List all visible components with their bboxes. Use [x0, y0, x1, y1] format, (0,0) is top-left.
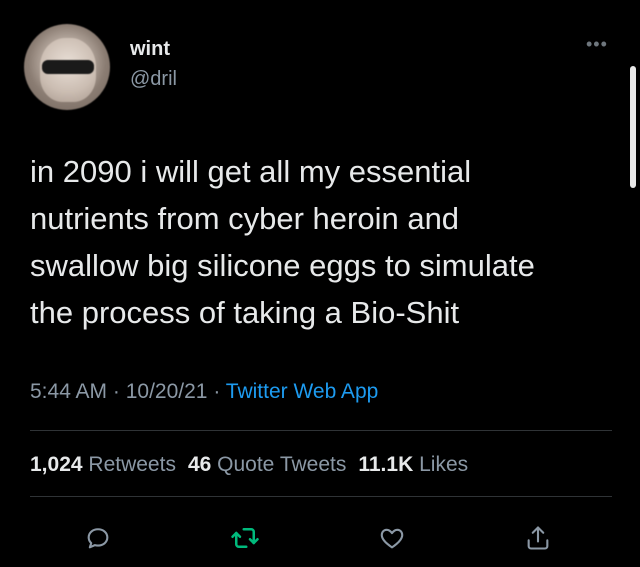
reply-button[interactable] [78, 518, 118, 558]
retweets-label: Retweets [88, 453, 176, 476]
heart-icon [378, 524, 406, 552]
tweet-date[interactable]: 10/20/21 [126, 380, 208, 403]
more-horizontal-icon[interactable]: ••• [586, 34, 608, 55]
tweet-actions [0, 518, 640, 558]
meta-separator: · [207, 380, 226, 403]
avatar[interactable] [24, 24, 110, 110]
tweet-text-line: the process of taking a Bio-Shit [30, 295, 460, 330]
tweet-text-line: nutrients from cyber heroin and [30, 201, 460, 236]
retweets-stat[interactable]: 1,024 Retweets [30, 453, 176, 476]
quote-tweets-label: Quote Tweets [217, 453, 347, 476]
likes-count: 11.1K [358, 453, 414, 476]
likes-label: Likes [419, 453, 469, 476]
retweet-icon [230, 523, 260, 553]
tweet-text-line: in 2090 i will get all my essential [30, 154, 472, 189]
tweet-text: in 2090 i will get all my essential nutr… [30, 148, 620, 336]
user-handle[interactable]: @dril [130, 68, 177, 91]
display-name[interactable]: wint [130, 38, 170, 61]
tweet-time[interactable]: 5:44 AM [30, 380, 107, 403]
tweet-text-line: swallow big silicone eggs to simulate [30, 248, 535, 283]
tweet-meta: 5:44 AM · 10/20/21 · Twitter Web App [30, 380, 378, 404]
share-icon [524, 524, 552, 552]
likes-stat[interactable]: 11.1K Likes [358, 453, 468, 476]
tweet-card: wint @dril ••• in 2090 i will get all my… [0, 0, 640, 567]
avatar-sunglasses [42, 60, 94, 74]
tweet-source-link[interactable]: Twitter Web App [226, 380, 379, 403]
meta-separator: · [107, 380, 126, 403]
divider [30, 496, 612, 497]
retweets-count: 1,024 [30, 453, 83, 476]
tweet-stats: 1,024 Retweets 46 Quote Tweets 11.1K Likes [30, 453, 468, 477]
share-button[interactable] [518, 518, 558, 558]
divider [30, 430, 612, 431]
scrollbar[interactable] [630, 66, 636, 188]
reply-icon [84, 524, 112, 552]
retweet-button[interactable] [225, 518, 265, 558]
quote-tweets-count: 46 [187, 453, 212, 476]
like-button[interactable] [372, 518, 412, 558]
quote-tweets-stat[interactable]: 46 Quote Tweets [188, 453, 346, 476]
